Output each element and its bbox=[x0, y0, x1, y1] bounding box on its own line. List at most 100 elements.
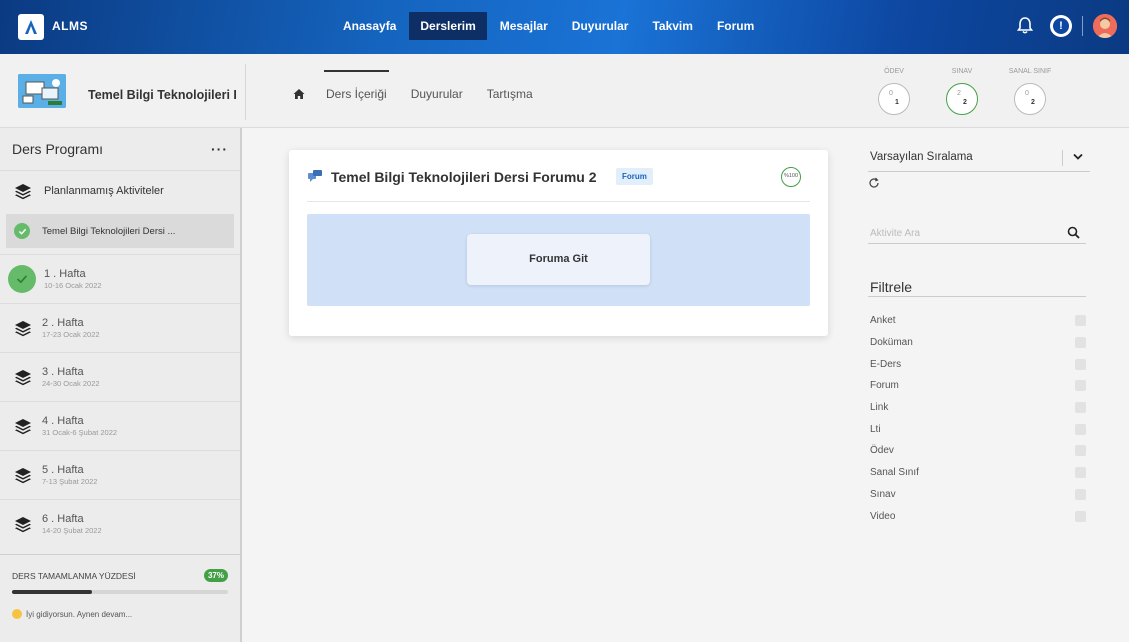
filter-sanal-sinif[interactable]: Sanal Sınıf bbox=[870, 462, 1086, 484]
completion-progress-bar bbox=[12, 590, 228, 594]
sidebar-week-2[interactable]: 2 . Hafta 17-23 Ocak 2022 bbox=[0, 303, 240, 352]
filter-checkbox[interactable] bbox=[1075, 380, 1086, 392]
layers-icon bbox=[15, 517, 31, 533]
sidebar-item-selected-activity[interactable]: Temel Bilgi Teknolojileri Dersi ... bbox=[6, 214, 234, 248]
filter-checkbox[interactable] bbox=[1075, 358, 1086, 370]
filter-checkbox[interactable] bbox=[1075, 337, 1086, 349]
sidebar-item-label: Planlanmamış Aktiviteler bbox=[44, 184, 164, 197]
filter-checkbox[interactable] bbox=[1075, 402, 1086, 414]
filter-anket[interactable]: Anket bbox=[870, 310, 1086, 332]
nav-item-duyurular[interactable]: Duyurular bbox=[561, 12, 640, 40]
filter-odev[interactable]: Ödev bbox=[870, 440, 1086, 462]
sidebar-week-6[interactable]: 6 . Hafta 14-20 Şubat 2022 bbox=[0, 499, 240, 548]
filter-lti[interactable]: Lti bbox=[870, 418, 1086, 440]
filter-checkbox[interactable] bbox=[1075, 510, 1086, 522]
filter-label: Lti bbox=[870, 423, 881, 435]
divider bbox=[1082, 16, 1083, 36]
filter-link[interactable]: Link bbox=[870, 397, 1086, 419]
filter-forum[interactable]: Forum bbox=[870, 375, 1086, 397]
divider bbox=[307, 201, 810, 202]
filter-label: Anket bbox=[870, 315, 896, 327]
sidebar-week-1[interactable]: 1 . Hafta 10-16 Ocak 2022 bbox=[0, 254, 240, 303]
filters-title: Filtrele bbox=[870, 279, 913, 295]
chevron-down-icon[interactable] bbox=[1073, 153, 1083, 161]
nav-item-takvim[interactable]: Takvim bbox=[641, 12, 703, 40]
week-date: 31 Ocak-6 Şubat 2022 bbox=[42, 428, 118, 437]
nav-item-anasayfa[interactable]: Anasayfa bbox=[332, 12, 407, 40]
sidebar-header: Ders Programı ··· bbox=[0, 128, 240, 170]
course-completion: DERS TAMAMLANMA YÜZDESİ 37% İyi gidiyors… bbox=[0, 554, 240, 642]
sidebar-title: Ders Programı bbox=[12, 141, 104, 157]
week-date: 7-13 Şubat 2022 bbox=[42, 477, 98, 486]
tab-duyurular[interactable]: Duyurular bbox=[399, 54, 475, 128]
stat-done: 0 bbox=[1025, 90, 1029, 97]
completion-message-row: İyi gidiyorsun. Aynen devam... bbox=[12, 609, 228, 619]
layers-icon bbox=[15, 468, 31, 484]
filter-checkbox[interactable] bbox=[1075, 488, 1086, 500]
nav-item-mesajlar[interactable]: Mesajlar bbox=[489, 12, 559, 40]
course-title: Temel Bilgi Teknolojileri I bbox=[88, 88, 237, 102]
alert-icon[interactable]: ! bbox=[1050, 15, 1072, 37]
course-sidebar: Ders Programı ··· Planlanmamış Aktivitel… bbox=[0, 128, 242, 642]
avatar[interactable] bbox=[1093, 14, 1117, 38]
completion-progress-fill bbox=[12, 590, 92, 594]
week-title: 4 . Hafta bbox=[42, 415, 84, 427]
layers-icon bbox=[15, 321, 31, 337]
filter-e-ders[interactable]: E-Ders bbox=[870, 353, 1086, 375]
week-date: 10-16 Ocak 2022 bbox=[44, 281, 102, 290]
activity-panel: Foruma Git bbox=[307, 214, 810, 306]
filter-label: Forum bbox=[870, 380, 899, 392]
filter-label: Sınav bbox=[870, 488, 896, 500]
top-navigation-bar: ALMS Anasayfa Derslerim Mesajlar Duyurul… bbox=[0, 0, 1129, 54]
main-nav: Anasayfa Derslerim Mesajlar Duyurular Ta… bbox=[332, 12, 767, 40]
stat-odev[interactable]: ÖDEV 0 1 bbox=[860, 68, 928, 115]
logo-icon bbox=[25, 20, 37, 34]
stat-ring: 2 2 bbox=[946, 83, 978, 115]
sidebar-week-3[interactable]: 3 . Hafta 24-30 Ocak 2022 bbox=[0, 352, 240, 401]
sort-value: Varsayılan Sıralama bbox=[870, 151, 973, 163]
sidebar-item-label: Temel Bilgi Teknolojileri Dersi ... bbox=[42, 225, 176, 237]
activity-search-input[interactable]: Aktivite Ara bbox=[868, 224, 1086, 244]
filter-sinav[interactable]: Sınav bbox=[870, 484, 1086, 506]
course-header: Temel Bilgi Teknolojileri I Ders İçeriği… bbox=[0, 54, 1129, 128]
stat-ring: 0 2 bbox=[1014, 83, 1046, 115]
divider bbox=[868, 296, 1086, 297]
brand-name[interactable]: ALMS bbox=[52, 19, 88, 33]
nav-item-derslerim[interactable]: Derslerim bbox=[409, 12, 487, 40]
tab-ders-icerigi[interactable]: Ders İçeriği bbox=[314, 54, 399, 128]
completion-message: İyi gidiyorsun. Aynen devam... bbox=[26, 609, 133, 619]
stat-done: 0 bbox=[889, 90, 893, 97]
stat-total: 2 bbox=[1031, 99, 1035, 106]
alms-logo[interactable] bbox=[18, 14, 44, 40]
sort-select[interactable]: Varsayılan Sıralama bbox=[868, 148, 1090, 172]
search-icon[interactable] bbox=[1067, 226, 1080, 239]
stat-sinav[interactable]: SINAV 2 2 bbox=[928, 68, 996, 115]
filter-checkbox[interactable] bbox=[1075, 445, 1086, 457]
refresh-icon[interactable] bbox=[868, 177, 880, 189]
filter-checkbox[interactable] bbox=[1075, 423, 1086, 435]
tab-tartisma[interactable]: Tartışma bbox=[475, 54, 545, 128]
bell-icon[interactable] bbox=[1016, 15, 1034, 35]
more-menu-icon[interactable]: ··· bbox=[211, 141, 228, 157]
layers-icon bbox=[15, 183, 31, 199]
week-title: 5 . Hafta bbox=[42, 464, 84, 476]
stat-total: 1 bbox=[895, 99, 899, 106]
filter-checkbox[interactable] bbox=[1075, 315, 1086, 327]
week-date: 14-20 Şubat 2022 bbox=[42, 526, 102, 535]
filter-list: Anket Doküman E-Ders Forum Link Lti Ödev… bbox=[870, 310, 1086, 527]
filter-video[interactable]: Video bbox=[870, 505, 1086, 527]
filter-dokuman[interactable]: Doküman bbox=[870, 332, 1086, 354]
stat-done: 2 bbox=[957, 90, 961, 97]
forum-icon bbox=[308, 170, 322, 182]
week-date: 24-30 Ocak 2022 bbox=[42, 379, 100, 388]
divider bbox=[245, 64, 246, 120]
stat-sanal-sinif[interactable]: SANAL SINIF 0 2 bbox=[996, 68, 1064, 115]
home-icon[interactable] bbox=[293, 88, 305, 100]
go-to-forum-button[interactable]: Foruma Git bbox=[467, 234, 650, 285]
stat-total: 2 bbox=[963, 99, 967, 106]
sidebar-item-unplanned[interactable]: Planlanmamış Aktiviteler bbox=[0, 170, 240, 210]
sidebar-week-4[interactable]: 4 . Hafta 31 Ocak-6 Şubat 2022 bbox=[0, 401, 240, 450]
nav-item-forum[interactable]: Forum bbox=[706, 12, 765, 40]
filter-checkbox[interactable] bbox=[1075, 467, 1086, 479]
sidebar-week-5[interactable]: 5 . Hafta 7-13 Şubat 2022 bbox=[0, 450, 240, 499]
